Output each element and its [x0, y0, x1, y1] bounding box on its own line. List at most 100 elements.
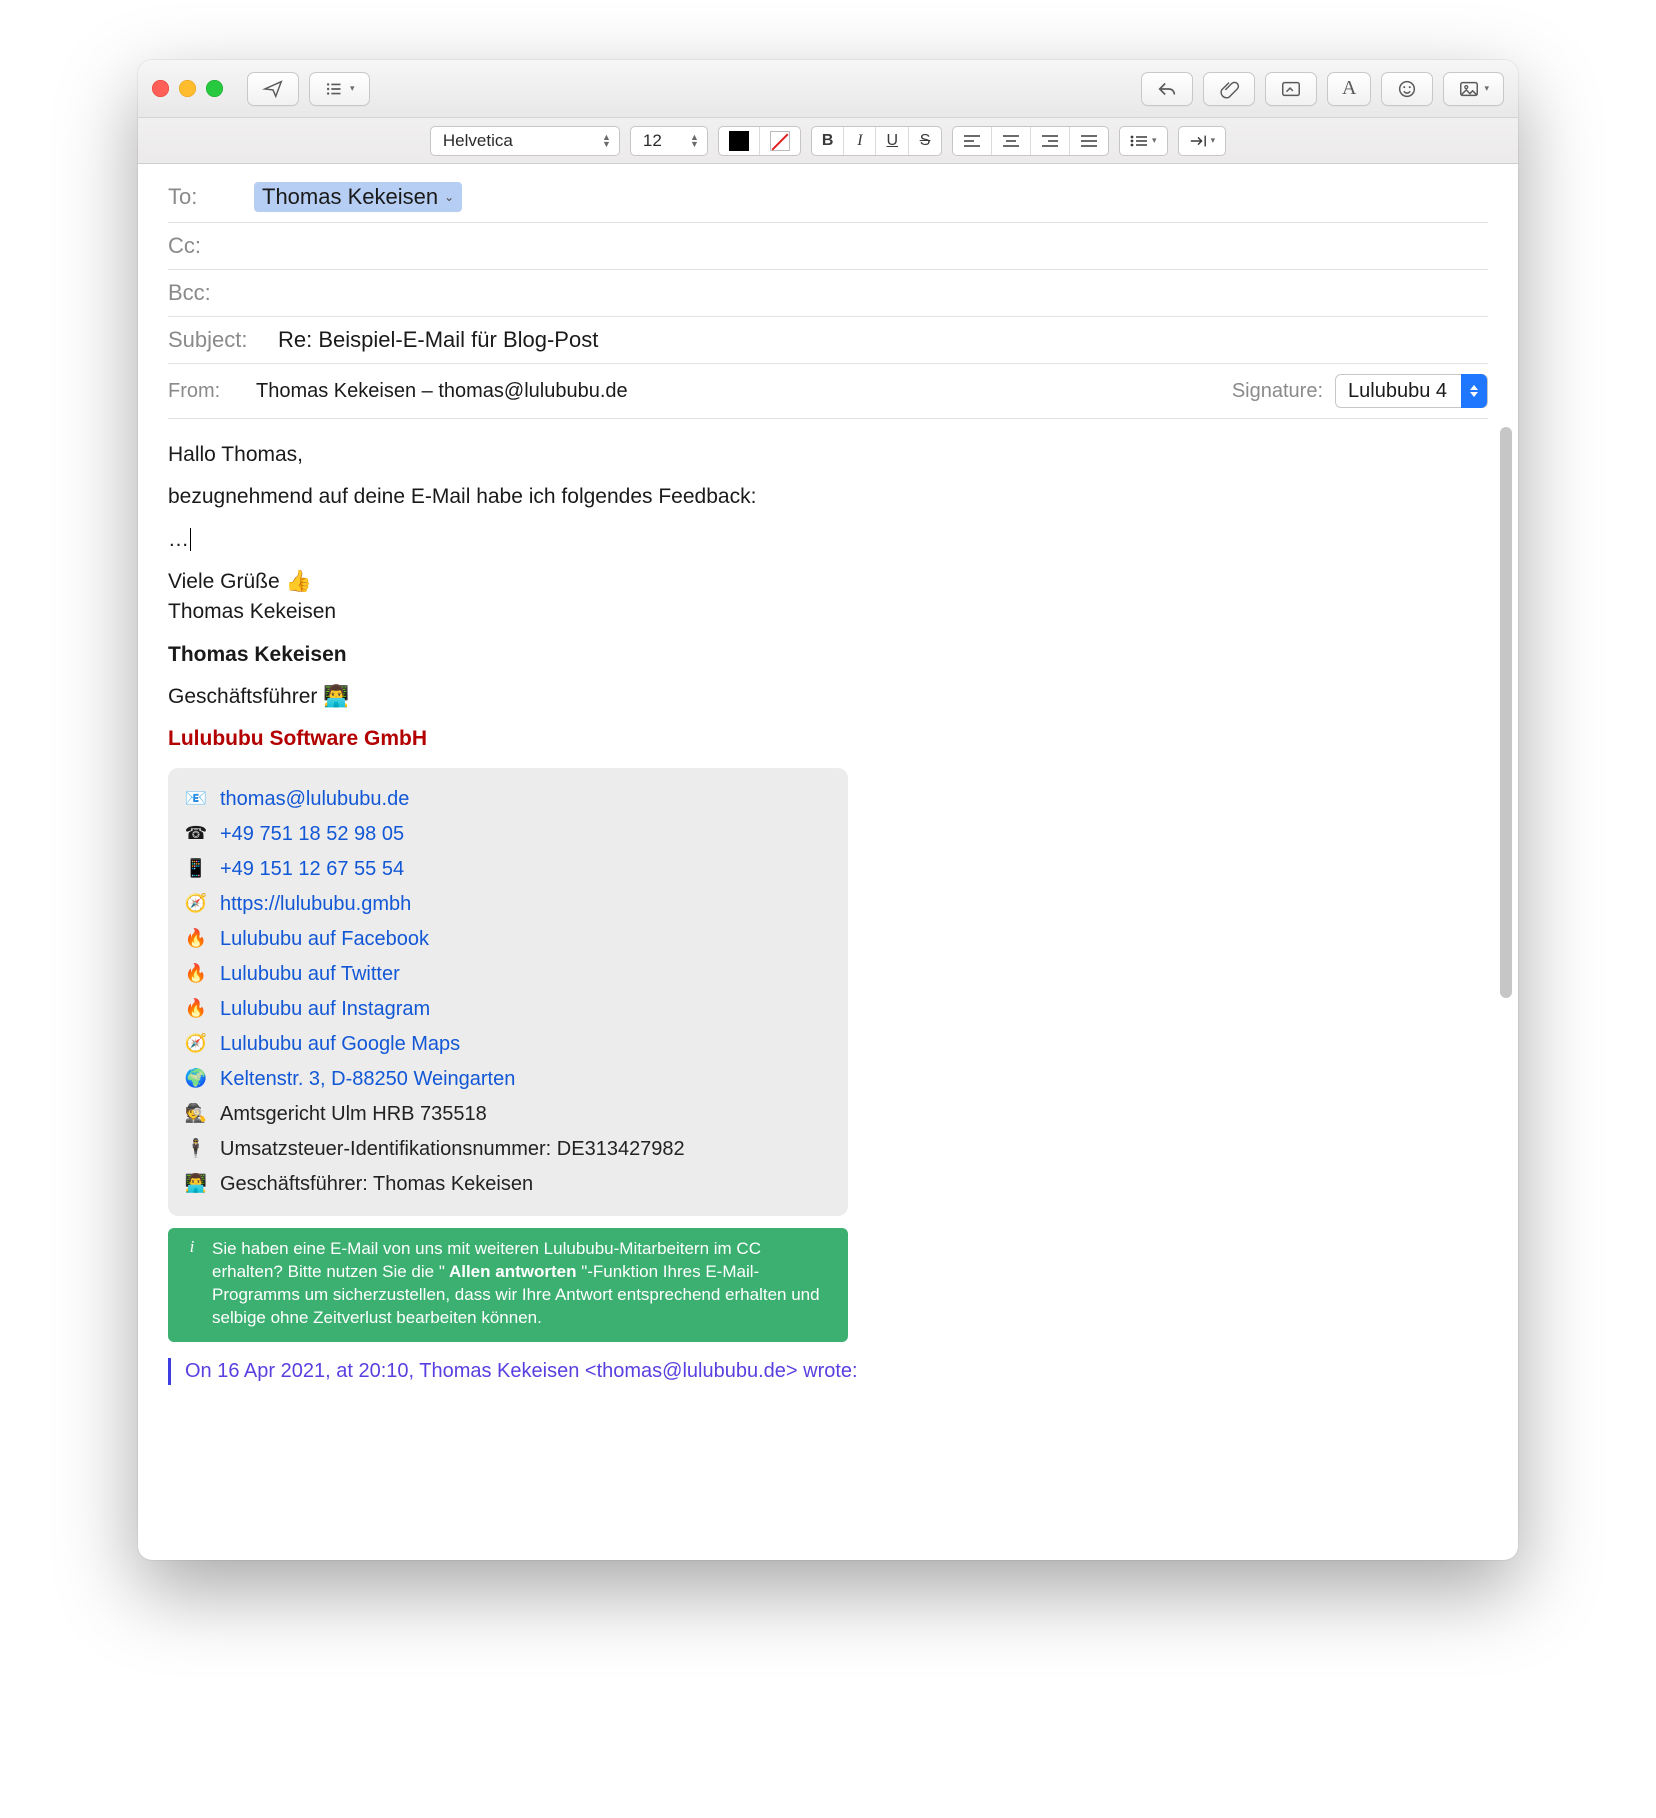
letter-a-icon: A [1342, 77, 1356, 100]
signature-label: Signature: [1232, 380, 1323, 403]
bullet-list-icon [1130, 134, 1148, 148]
contact-icon: 🔥 [184, 996, 208, 1020]
contact-text: Geschäftsführer: Thomas Kekeisen [220, 1171, 533, 1198]
contact-icon: 📧 [184, 786, 208, 810]
font-size-select[interactable]: 12 ▲▼ [630, 126, 708, 156]
signature-select[interactable]: Lulububu 4 [1335, 374, 1488, 408]
contact-icon: 📱 [184, 856, 208, 880]
contact-icon: 🧭 [184, 1031, 208, 1055]
to-recipient-name: Thomas Kekeisen [262, 184, 438, 210]
cc-label: Cc: [168, 233, 244, 259]
photo-browser-button[interactable]: ▾ [1443, 72, 1504, 106]
format-button[interactable]: A [1327, 72, 1371, 106]
italic-button[interactable]: I [844, 127, 876, 155]
minimize-window-button[interactable] [179, 80, 196, 97]
contact-link[interactable]: +49 751 18 52 98 05 [220, 821, 404, 848]
indent-button[interactable]: ▾ [1179, 127, 1226, 155]
contact-row: 🕵️Amtsgericht Ulm HRB 735518 [184, 1097, 828, 1132]
window-controls [152, 80, 223, 97]
contact-link[interactable]: Lulububu auf Twitter [220, 961, 400, 988]
subject-label: Subject: [168, 327, 268, 353]
contact-row: 📧 thomas@lulububu.de [184, 782, 828, 817]
body-closing: Viele Grüße 👍 [168, 568, 1488, 596]
contact-link[interactable]: Keltenstr. 3, D-88250 Weingarten [220, 1066, 515, 1093]
contact-icon: 🕵️ [184, 1101, 208, 1125]
note-bold: Allen antworten [445, 1262, 581, 1281]
contact-icon: 🧭 [184, 891, 208, 915]
mail-body[interactable]: Hallo Thomas, bezugnehmend auf deine E-M… [138, 419, 1518, 1395]
body-wrap: Hallo Thomas, bezugnehmend auf deine E-M… [138, 419, 1518, 1560]
from-value[interactable]: Thomas Kekeisen – thomas@lulububu.de [256, 380, 628, 403]
header-options-button[interactable]: ▾ [309, 72, 370, 106]
color-group [718, 126, 801, 156]
quote-text: On 16 Apr 2021, at 20:10, Thomas Kekeise… [185, 1360, 858, 1382]
from-row: From: Thomas Kekeisen – thomas@lulububu.… [168, 364, 1488, 419]
font-size-value: 12 [643, 131, 662, 151]
contact-link[interactable]: https://lulububu.gmbh [220, 891, 411, 918]
contact-link[interactable]: Lulububu auf Google Maps [220, 1031, 460, 1058]
contact-icon: ☎ [184, 821, 208, 845]
photo-icon [1458, 78, 1480, 100]
body-line1: bezugnehmend auf deine E-Mail habe ich f… [168, 483, 1488, 511]
contact-row: 📱 +49 151 12 67 55 54 [184, 852, 828, 887]
stepper-icon [1461, 374, 1487, 408]
smiley-icon [1396, 78, 1418, 100]
contact-link[interactable]: thomas@lulububu.de [220, 786, 409, 813]
contact-link[interactable]: +49 151 12 67 55 54 [220, 856, 404, 883]
font-family-select[interactable]: Helvetica ▲▼ [430, 126, 620, 156]
contact-icon: 🔥 [184, 926, 208, 950]
zoom-window-button[interactable] [206, 80, 223, 97]
underline-button[interactable]: U [876, 127, 909, 155]
align-justify-icon [1080, 134, 1098, 148]
contact-row: 🧭 Lulububu auf Google Maps [184, 1027, 828, 1062]
to-recipient-token[interactable]: Thomas Kekeisen ⌄ [254, 182, 462, 212]
contact-row: ☎ +49 751 18 52 98 05 [184, 817, 828, 852]
list-style-button[interactable]: ▾ [1120, 127, 1167, 155]
align-right-button[interactable] [1031, 127, 1070, 155]
markup-button[interactable] [1265, 72, 1317, 106]
align-center-button[interactable] [992, 127, 1031, 155]
body-greeting: Hallo Thomas, [168, 441, 1488, 469]
strike-button[interactable]: S [909, 127, 941, 155]
list-group: ▾ [1119, 126, 1168, 156]
reply-button[interactable] [1141, 72, 1193, 106]
align-left-icon [963, 134, 981, 148]
signature-value: Lulububu 4 [1348, 380, 1447, 403]
paperclip-icon [1218, 78, 1240, 100]
bcc-label: Bcc: [168, 280, 244, 306]
scrollbar[interactable] [1500, 427, 1512, 998]
contact-row: 🕴️Umsatzsteuer-Identifikationsnummer: DE… [184, 1132, 828, 1167]
chevron-down-icon: ▾ [1484, 83, 1489, 94]
close-window-button[interactable] [152, 80, 169, 97]
chevron-down-icon: ⌄ [444, 190, 454, 204]
contact-row: 🧭 https://lulububu.gmbh [184, 887, 828, 922]
list-icon [324, 78, 346, 100]
contact-row: 🔥 Lulububu auf Instagram [184, 992, 828, 1027]
text-color-button[interactable] [719, 127, 760, 155]
to-label: To: [168, 184, 244, 210]
style-group: B I U S [811, 126, 942, 156]
cc-row[interactable]: Cc: [168, 223, 1488, 270]
quoted-header: On 16 Apr 2021, at 20:10, Thomas Kekeise… [168, 1358, 1488, 1385]
reply-all-note: i Sie haben eine E-Mail von uns mit weit… [168, 1228, 848, 1342]
contact-link[interactable]: Lulububu auf Instagram [220, 996, 430, 1023]
to-row[interactable]: To: Thomas Kekeisen ⌄ [168, 172, 1488, 223]
black-swatch-icon [729, 131, 749, 151]
signature-name: Thomas Kekeisen [168, 641, 1488, 669]
align-justify-button[interactable] [1070, 127, 1108, 155]
emoji-button[interactable] [1381, 72, 1433, 106]
body-closing-name: Thomas Kekeisen [168, 598, 1488, 626]
contact-row: 🔥 Lulububu auf Facebook [184, 922, 828, 957]
contact-row: 🌍 Keltenstr. 3, D-88250 Weingarten [184, 1062, 828, 1097]
compose-window: ▾ A ▾ Helvetic [138, 60, 1518, 1560]
bcc-row[interactable]: Bcc: [168, 270, 1488, 317]
bold-button[interactable]: B [812, 127, 845, 155]
contact-link[interactable]: Lulububu auf Facebook [220, 926, 429, 953]
bg-color-button[interactable] [760, 127, 800, 155]
align-left-button[interactable] [953, 127, 992, 155]
attach-button[interactable] [1203, 72, 1255, 106]
contact-icon: 🌍 [184, 1066, 208, 1090]
send-button[interactable] [247, 72, 299, 106]
subject-row[interactable]: Subject: Re: Beispiel-E-Mail für Blog-Po… [168, 317, 1488, 364]
header-fields: To: Thomas Kekeisen ⌄ Cc: Bcc: Subject: … [138, 164, 1518, 419]
